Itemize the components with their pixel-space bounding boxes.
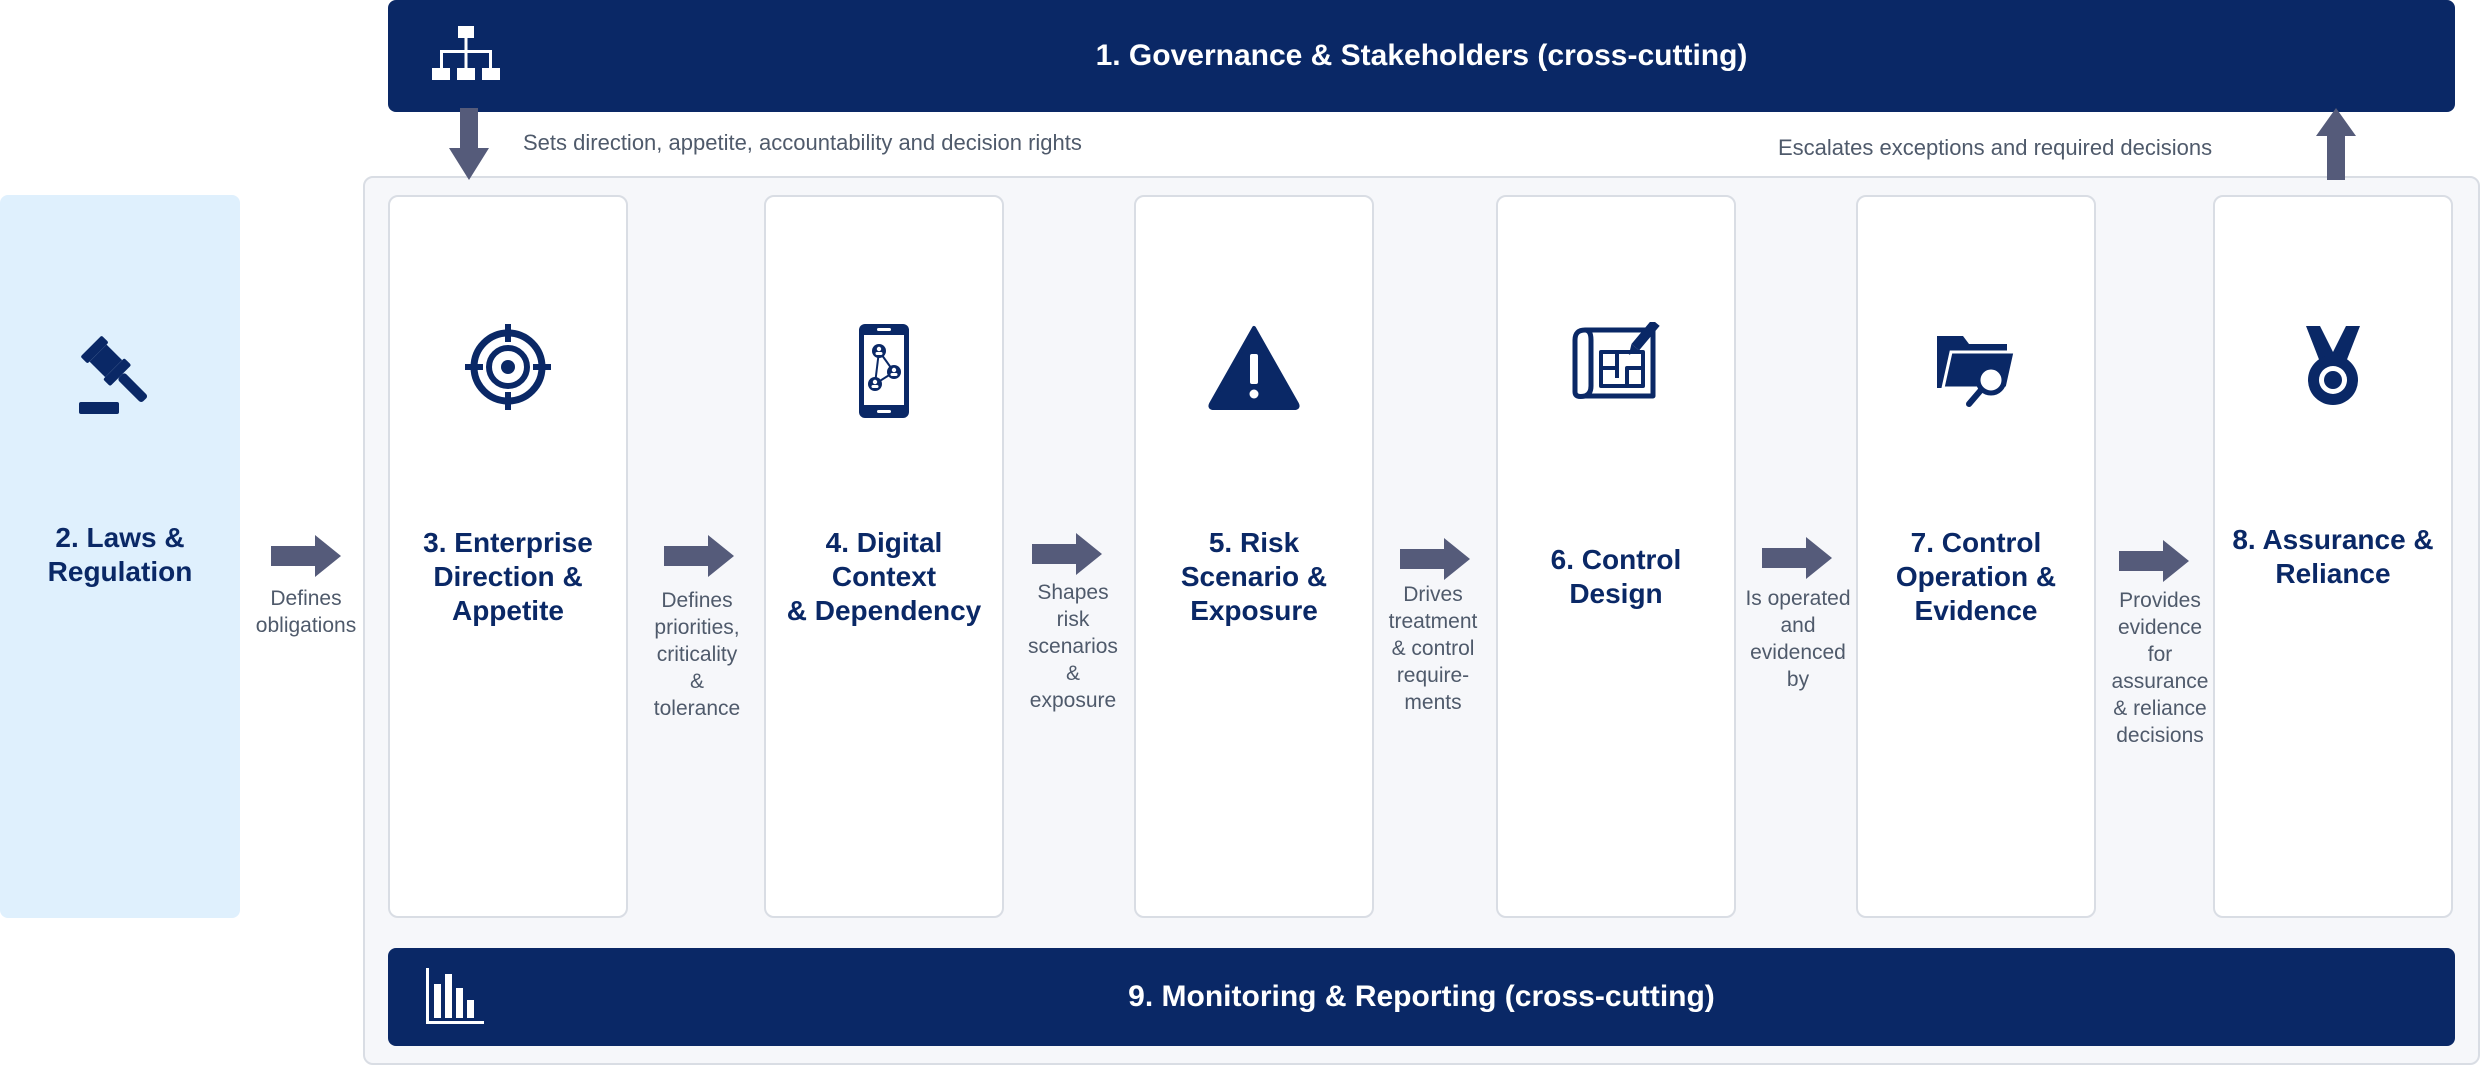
laws-regulation-box: 2. Laws & Regulation (0, 195, 240, 918)
governance-down-arrow (449, 108, 489, 180)
blueprint-icon (1572, 322, 1660, 399)
smartphone-network-icon (859, 324, 909, 418)
stage-control-operation: 7. Control Operation & Evidence (1856, 195, 2096, 918)
stage-title: 8. Assurance & Reliance (2232, 524, 2434, 589)
connector-label: Is operated and evidenced by (1745, 587, 1851, 691)
stage-title: 7. Control Operation & Evidence (1895, 527, 2057, 626)
connector-arrow (1032, 533, 1102, 575)
escalation-up-arrow (2316, 108, 2356, 180)
connector-arrow (2119, 540, 2189, 582)
connector-label: Drives treatment & control require- ment… (1388, 583, 1478, 714)
monitoring-band: 9. Monitoring & Reporting (cross-cutting… (388, 948, 2455, 1046)
laws-title: 2. Laws & Regulation (47, 522, 193, 587)
stage-title: 5. Risk Scenario & Exposure (1180, 527, 1328, 626)
stage-digital-context: 4. Digital Context & Dependency (764, 195, 1004, 918)
escalation-up-note: Escalates exceptions and required decisi… (1778, 135, 2213, 160)
gavel-icon (79, 336, 148, 414)
target-icon (465, 324, 551, 410)
connector-arrow (1762, 537, 1832, 579)
stage-assurance-reliance: 8. Assurance & Reliance (2213, 195, 2453, 918)
stage-control-design: 6. Control Design (1496, 195, 1736, 918)
connector-label: Provides evidence for assurance & relian… (2111, 589, 2209, 747)
folder-search-icon (1937, 336, 2017, 407)
monitoring-title: 9. Monitoring & Reporting (cross-cutting… (1128, 980, 1715, 1013)
connector-label: Defines priorities, criticality & tolera… (653, 589, 741, 720)
connector-arrow (664, 535, 734, 577)
governance-down-note: Sets direction, appetite, accountability… (523, 130, 1082, 155)
stage-title: 6. Control Design (1550, 544, 1682, 609)
stage-title: 3. Enterprise Direction & Appetite (423, 527, 593, 626)
governance-band: 1. Governance & Stakeholders (cross-cutt… (388, 0, 2455, 112)
connector-arrow (1400, 538, 1470, 580)
medal-icon (2306, 326, 2360, 405)
connector-arrow (271, 535, 341, 577)
stage-title: 4. Digital Context & Dependency (786, 527, 982, 626)
connector-label: Shapes risk scenarios & exposure (1028, 581, 1118, 712)
bar-chart-icon (426, 968, 484, 1024)
org-chart-icon (432, 26, 500, 80)
warning-icon (1208, 326, 1300, 410)
governance-title: 1. Governance & Stakeholders (cross-cutt… (1095, 39, 1748, 72)
stage-risk-scenario: 5. Risk Scenario & Exposure (1134, 195, 1374, 918)
stage-enterprise-direction: 3. Enterprise Direction & Appetite (388, 195, 628, 918)
connector-label: Defines obligations (255, 587, 357, 637)
